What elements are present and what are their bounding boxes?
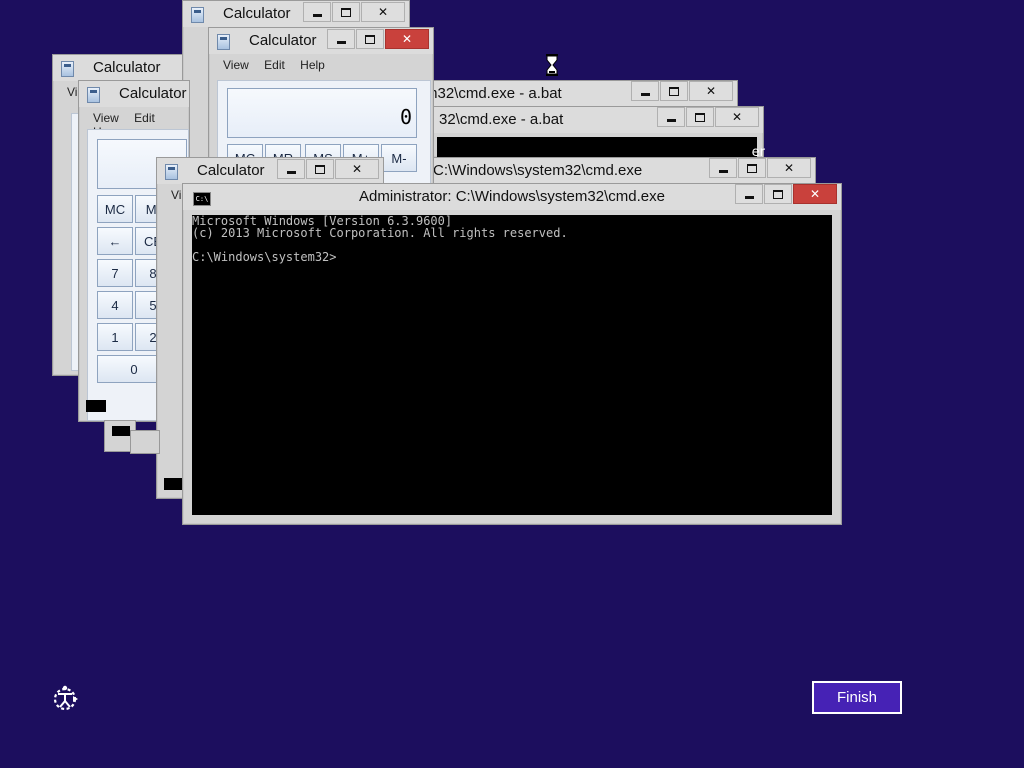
minimize-button[interactable] [277,159,305,179]
seven-button[interactable]: 7 [97,259,133,287]
menu-view[interactable]: Vi [171,188,181,202]
close-button[interactable]: ✕ [689,81,733,101]
close-button[interactable]: ✕ [335,159,379,179]
window-title: Calculator [119,85,187,102]
titlebar[interactable]: 32\cmd.exe - a.bat ✕ [431,107,763,133]
close-icon: ✕ [401,32,413,46]
maximize-icon [669,86,679,96]
close-icon: ✕ [351,162,363,176]
window-edge [130,430,160,454]
window-title: Calculator [223,5,291,22]
cmd-window-1[interactable]: m32\cmd.exe - a.bat ✕ [410,80,738,108]
cmd-icon: C:\ [193,192,211,206]
maximize-button[interactable] [356,29,384,49]
window-title: Calculator [197,162,265,179]
calculator-icon [217,34,230,50]
menu-edit[interactable]: Edit [264,58,285,72]
close-button[interactable]: ✕ [767,158,811,178]
backspace-button[interactable]: ← [97,227,133,255]
console-prompt: C:\Windows\system32> [192,250,337,264]
minimize-icon [640,92,650,96]
titlebar[interactable]: Calculator ✕ [209,28,433,54]
menu-view[interactable]: Vi [67,85,77,99]
minimize-button[interactable] [735,184,763,204]
close-icon: ✕ [783,161,795,175]
window-edge [112,426,130,436]
minimize-icon [744,195,754,199]
close-button[interactable]: ✕ [715,107,759,127]
titlebar[interactable]: C:\ Administrator: C:\Windows\system32\c… [183,184,841,210]
maximize-icon [695,112,705,122]
console-line: (c) 2013 Microsoft Corporation. All righ… [192,226,568,240]
minimize-icon [286,170,296,174]
close-button[interactable]: ✕ [793,184,837,204]
close-button[interactable]: ✕ [385,29,429,49]
minimize-icon [718,169,728,173]
titlebar[interactable]: m32\cmd.exe - a.bat ✕ [411,81,737,107]
calculator-icon [87,87,100,103]
console-area [437,137,757,157]
titlebar[interactable]: Calculator [53,55,183,81]
cmd-window-2[interactable]: 32\cmd.exe - a.bat ✕ er [430,106,765,160]
menu-help[interactable]: Help [300,58,325,72]
maximize-icon [315,164,325,174]
window-title: Calculator [249,32,317,49]
minimize-button[interactable] [631,81,659,101]
window-title: Calculator [93,59,161,76]
minimize-button[interactable] [327,29,355,49]
minimize-button[interactable] [657,107,685,127]
maximize-button[interactable] [738,158,766,178]
calculator-display: 0 [227,88,417,138]
maximize-button[interactable] [660,81,688,101]
close-icon: ✕ [809,187,821,201]
titlebar[interactable]: C:\Windows\system32\cmd.exe ✕ [431,158,815,184]
close-icon: ✕ [377,5,389,19]
window-title: Administrator: C:\Windows\system32\cmd.e… [359,188,665,205]
maximize-button[interactable] [686,107,714,127]
calculator-icon [61,61,74,77]
minimize-icon [312,13,322,17]
maximize-icon [341,7,351,17]
menu-view[interactable]: View [223,58,249,72]
four-button[interactable]: 4 [97,291,133,319]
console-output[interactable]: Microsoft Windows [Version 6.3.9600] (c) … [192,215,832,515]
maximize-icon [365,34,375,44]
minimize-button[interactable] [303,2,331,22]
titlebar[interactable]: Calculator [79,81,189,107]
mc-button[interactable]: MC [97,195,133,223]
m-minus-button[interactable]: M- [381,144,417,172]
maximize-button[interactable] [332,2,360,22]
minimize-icon [666,118,676,122]
cmd-window-3[interactable]: C:\Windows\system32\cmd.exe ✕ [430,157,816,185]
close-button[interactable]: ✕ [361,2,405,22]
ease-of-access-icon[interactable] [52,684,80,712]
hourglass-icon [546,54,558,76]
cmd-window-main[interactable]: C:\ Administrator: C:\Windows\system32\c… [182,183,842,525]
maximize-icon [747,163,757,173]
window-edge [164,478,184,490]
window-title: 32\cmd.exe - a.bat [439,111,564,128]
display-value: 0 [399,105,412,129]
one-button[interactable]: 1 [97,323,133,351]
finish-button[interactable]: Finish [812,681,902,714]
calculator-icon [165,164,178,180]
window-title: m32\cmd.exe - a.bat [425,85,562,102]
maximize-button[interactable] [764,184,792,204]
minimize-icon [336,40,346,44]
close-icon: ✕ [705,84,717,98]
menu-edit[interactable]: Edit [134,111,155,125]
close-icon: ✕ [731,110,743,124]
titlebar[interactable]: Calculator ✕ [157,158,383,184]
window-title: C:\Windows\system32\cmd.exe [433,162,643,179]
calculator-icon [191,7,204,23]
titlebar[interactable]: Calculator ✕ [183,1,409,27]
menu-view[interactable]: View [93,111,119,125]
window-edge [86,400,106,412]
maximize-icon [773,189,783,199]
maximize-button[interactable] [306,159,334,179]
minimize-button[interactable] [709,158,737,178]
